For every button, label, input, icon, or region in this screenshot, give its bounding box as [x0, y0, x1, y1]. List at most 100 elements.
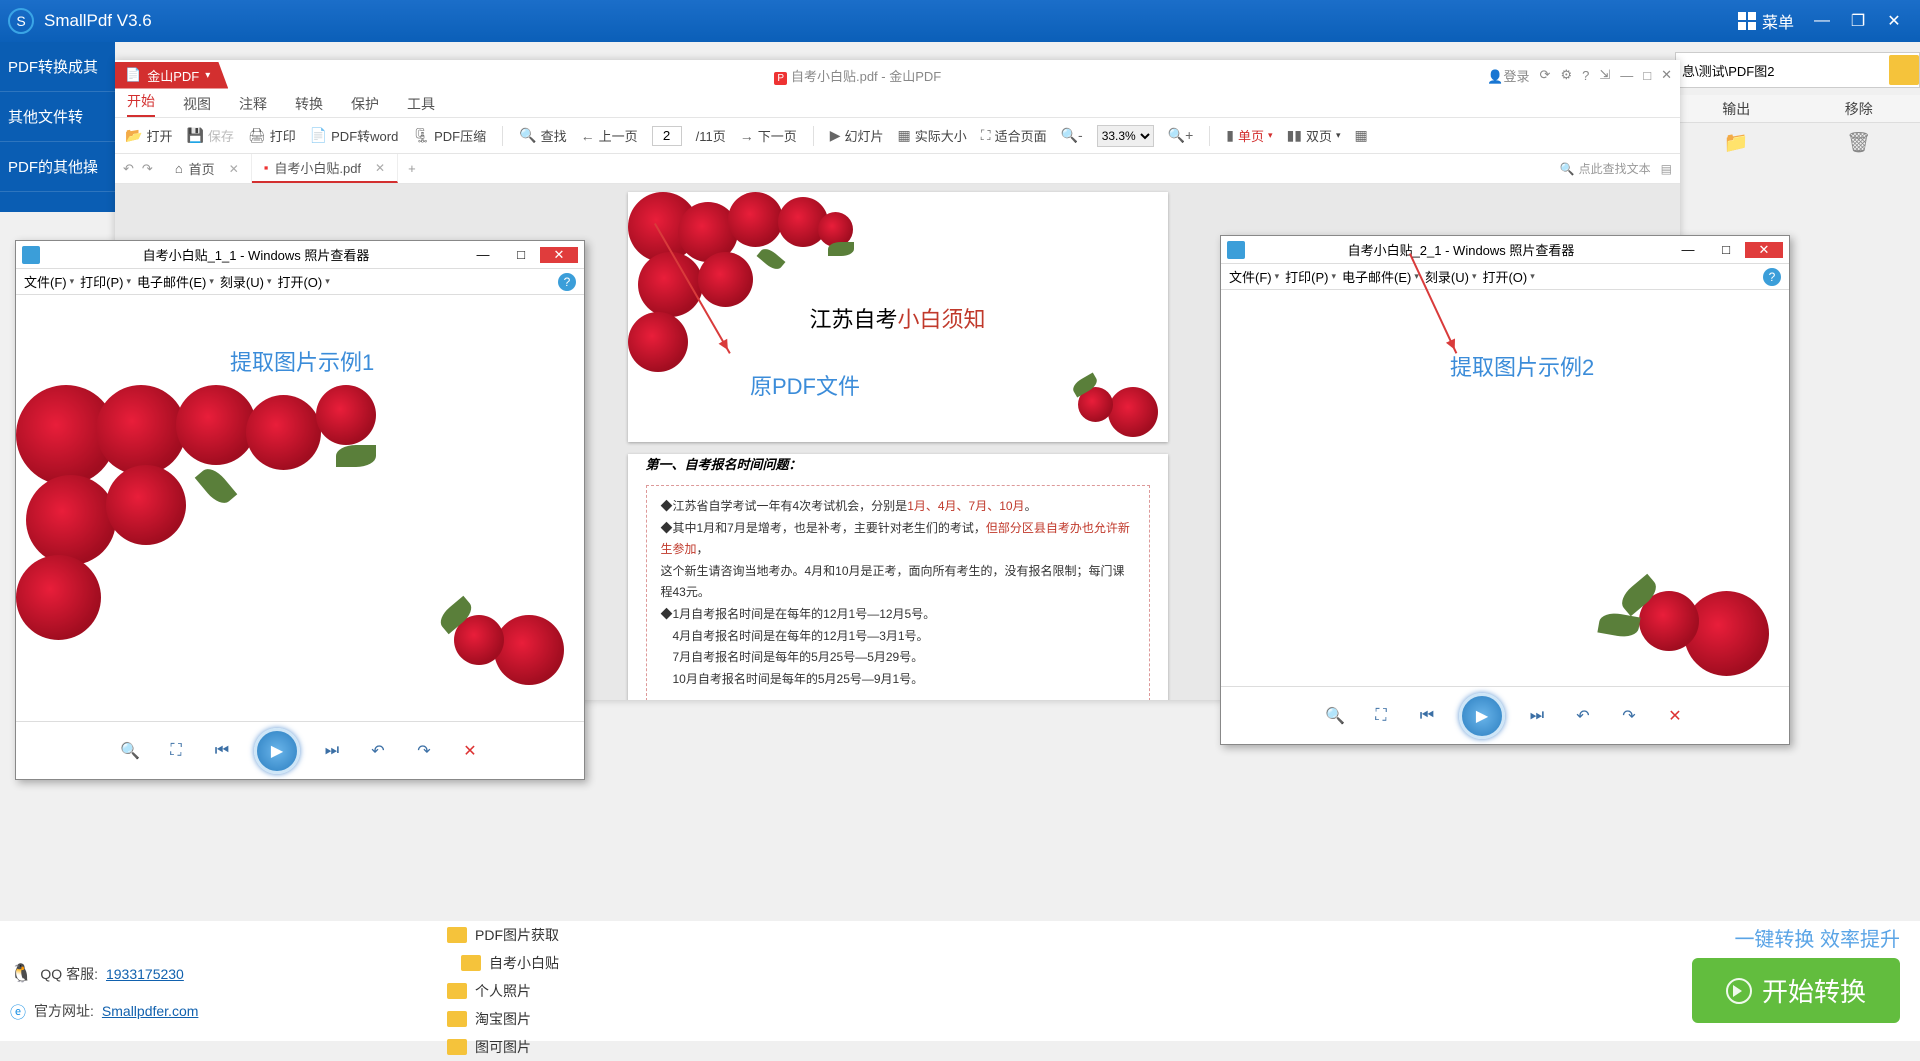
folder-item[interactable]: PDF图片获取	[425, 921, 559, 949]
pv-last-button[interactable]: ⏭	[318, 737, 346, 765]
bottom-panel: 🐧 QQ 客服: 1933175230 ⓔ 官方网址: Smallpdfer.c…	[0, 921, 1920, 1041]
print-button[interactable]: 🖨打印	[248, 126, 296, 145]
undo-button[interactable]: ↶	[123, 161, 134, 177]
output-path-input[interactable]	[1676, 63, 1885, 78]
prev-page-button[interactable]: ←上一页	[581, 126, 638, 145]
pv-rotate-cw-button[interactable]: ↷	[410, 737, 438, 765]
maximize-button[interactable]: ❐	[1840, 11, 1876, 31]
pv-rotate-ccw-button[interactable]: ↶	[364, 737, 392, 765]
trash-icon[interactable]: 🗑	[1798, 130, 1920, 155]
menu-button[interactable]: 菜单	[1728, 5, 1804, 37]
qq-link[interactable]: 1933175230	[106, 966, 184, 982]
pv-delete-button[interactable]: ✕	[456, 737, 484, 765]
pv-menu-print[interactable]: 打印(P)	[80, 272, 131, 291]
refresh-icon[interactable]: ⟳	[1540, 67, 1551, 83]
browse-folder-icon[interactable]	[1889, 55, 1919, 85]
tab-home[interactable]: ⌂首页✕	[163, 154, 252, 183]
pv1-maximize[interactable]: □	[502, 247, 540, 263]
pv-menu-email[interactable]: 电子邮件(E)	[137, 272, 214, 291]
menu-tools[interactable]: 工具	[407, 94, 435, 114]
pdf-close-button[interactable]: ✕	[1661, 67, 1672, 83]
menu-protect[interactable]: 保护	[351, 94, 379, 114]
pv-menu-burn[interactable]: 刻录(U)	[1425, 267, 1477, 286]
site-link[interactable]: Smallpdfer.com	[102, 1003, 198, 1019]
pdf-app-tab[interactable]: 📄 金山PDF ▾	[115, 62, 228, 89]
folder-item[interactable]: 图可图片	[425, 1033, 559, 1061]
settings-icon[interactable]: ⚙	[1560, 67, 1572, 83]
pv-slideshow-button[interactable]: ▶	[1459, 693, 1505, 739]
app-titlebar: S SmallPdf V3.6 菜单 — ❐ ✕	[0, 0, 1920, 42]
pv-first-button[interactable]: ⏮	[208, 737, 236, 765]
pv-rotate-ccw-button[interactable]: ↶	[1569, 702, 1597, 730]
new-tab-button[interactable]: +	[408, 161, 416, 176]
pv-zoom-button[interactable]: 🔍	[116, 737, 144, 765]
find-text-hint[interactable]: 🔍点此查找文本▤	[1560, 160, 1672, 177]
pv-slideshow-button[interactable]: ▶	[254, 728, 300, 774]
pdf-minimize-button[interactable]: —	[1620, 68, 1633, 83]
page-number-input[interactable]	[652, 126, 682, 146]
zoom-in-button[interactable]: 🔍+	[1168, 127, 1194, 144]
zoom-select[interactable]: 33.3%	[1097, 125, 1154, 147]
start-convert-button[interactable]: 开始转换	[1692, 958, 1900, 1023]
pv-menu-email[interactable]: 电子邮件(E)	[1342, 267, 1419, 286]
menu-convert[interactable]: 转换	[295, 94, 323, 114]
minimize-button[interactable]: —	[1804, 12, 1840, 30]
pv-fit-button[interactable]: ⛶	[1367, 702, 1395, 730]
sidebar-item-other-ops[interactable]: PDF的其他操	[0, 142, 115, 192]
tab-close-icon[interactable]: ✕	[229, 162, 239, 176]
slideshow-button[interactable]: ▶幻灯片	[830, 126, 884, 145]
pv-menu-burn[interactable]: 刻录(U)	[220, 272, 272, 291]
pv-menu-open[interactable]: 打开(O)	[1482, 267, 1534, 286]
pv-menu-file[interactable]: 文件(F)	[1229, 267, 1279, 286]
folder-item[interactable]: 淘宝图片	[425, 1005, 559, 1033]
pdf-maximize-button[interactable]: □	[1643, 68, 1651, 83]
tab-close-icon[interactable]: ✕	[375, 161, 385, 175]
pv1-close[interactable]: ✕	[540, 247, 578, 263]
pv-menu-print[interactable]: 打印(P)	[1285, 267, 1336, 286]
tab-doc[interactable]: ▪自考小白贴.pdf✕	[252, 154, 398, 183]
pv-fit-button[interactable]: ⛶	[162, 737, 190, 765]
pv1-minimize[interactable]: —	[464, 247, 502, 263]
menu-annotate[interactable]: 注释	[239, 94, 267, 114]
folder-item[interactable]: 自考小白贴	[425, 949, 559, 977]
open-button[interactable]: 📂打开	[125, 126, 172, 145]
menu-start[interactable]: 开始	[127, 91, 155, 117]
pv2-maximize[interactable]: □	[1707, 242, 1745, 258]
single-page-button[interactable]: ▮单页▾	[1226, 126, 1272, 145]
help-icon[interactable]: ?	[1582, 68, 1589, 83]
pv-rotate-cw-button[interactable]: ↷	[1615, 702, 1643, 730]
pv-help-icon[interactable]: ?	[1763, 268, 1781, 286]
redo-button[interactable]: ↷	[142, 161, 153, 177]
zoom-out-button[interactable]: 🔍-	[1061, 127, 1083, 144]
sidebar-item-convert[interactable]: PDF转换成其	[0, 42, 115, 92]
close-button[interactable]: ✕	[1876, 11, 1912, 31]
qq-label: QQ 客服:	[40, 964, 98, 984]
pv2-minimize[interactable]: —	[1669, 242, 1707, 258]
pv-first-button[interactable]: ⏮	[1413, 702, 1441, 730]
more-layout-button[interactable]: ▦	[1355, 127, 1368, 144]
compact-icon[interactable]: ⇲	[1599, 67, 1610, 83]
pv-last-button[interactable]: ⏭	[1523, 702, 1551, 730]
save-button[interactable]: 💾保存	[186, 126, 233, 145]
find-button[interactable]: 🔍查找	[519, 126, 566, 145]
toword-button[interactable]: 📄PDF转word	[310, 126, 399, 145]
fit-page-button[interactable]: ⛶适合页面	[981, 126, 1047, 145]
double-page-button[interactable]: ▮▮双页▾	[1287, 126, 1341, 145]
pv-delete-button[interactable]: ✕	[1661, 702, 1689, 730]
pv-menu-open[interactable]: 打开(O)	[277, 272, 329, 291]
actual-size-button[interactable]: ▦实际大小	[898, 126, 967, 145]
pv-help-icon[interactable]: ?	[558, 273, 576, 291]
pv-menu-file[interactable]: 文件(F)	[24, 272, 74, 291]
pv2-title: 自考小白贴_2_1 - Windows 照片查看器	[1253, 240, 1669, 259]
pdf-app-tabstrip: 📄 金山PDF ▾ P自考小白贴.pdf - 金山PDF 👤登录 ⟳ ⚙ ? ⇲…	[115, 60, 1680, 90]
sidebar-item-other-convert[interactable]: 其他文件转	[0, 92, 115, 142]
output-icons: 📁 🗑	[1675, 130, 1920, 155]
menu-view[interactable]: 视图	[183, 94, 211, 114]
next-page-button[interactable]: →下一页	[740, 126, 797, 145]
pv2-close[interactable]: ✕	[1745, 242, 1783, 258]
folder-item[interactable]: 个人照片	[425, 977, 559, 1005]
login-button[interactable]: 👤登录	[1487, 66, 1529, 85]
pv-zoom-button[interactable]: 🔍	[1321, 702, 1349, 730]
compress-button[interactable]: 🗜PDF压缩	[412, 126, 486, 145]
folder-open-icon[interactable]: 📁	[1675, 130, 1798, 155]
